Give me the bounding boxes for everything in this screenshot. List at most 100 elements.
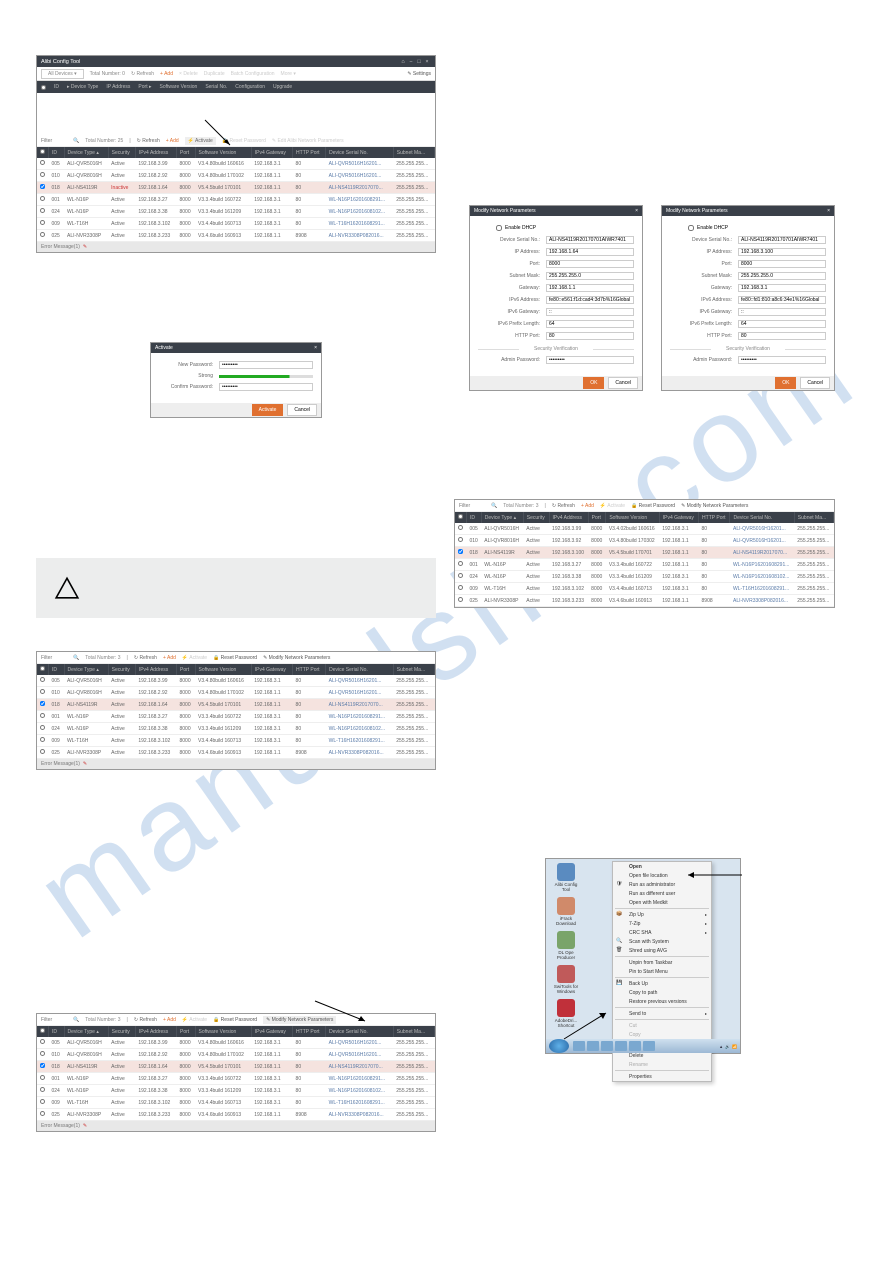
select-all-checkbox[interactable] [41,85,46,90]
row-checkbox[interactable] [40,184,45,189]
add-button[interactable]: + Add [166,138,179,144]
cancel-button[interactable]: Cancel [608,377,638,389]
port-input[interactable] [546,260,634,268]
table-row[interactable]: 024WL-N16PActive192.168.3.388000V3.3.4bu… [37,723,435,735]
row-checkbox[interactable] [40,208,45,213]
ipv6pl-input[interactable] [738,320,826,328]
select-all[interactable] [40,1028,45,1033]
row-checkbox[interactable] [40,196,45,201]
col-sw[interactable]: Software Version [195,664,251,675]
col-http[interactable]: HTTP Port [699,512,730,523]
port-input[interactable] [738,260,826,268]
desktop-icon-switools[interactable]: SwiTools for Windows [550,965,582,994]
table-row[interactable]: 005ALI-QVR5016HActive192.168.3.998000V3.… [37,675,435,687]
search-icon[interactable]: 🔍 [73,655,79,661]
menu-backup[interactable]: 💾Back Up [613,979,711,988]
col-serial[interactable]: Device Serial No. [326,147,394,158]
tab-upgrade[interactable]: Upgrade [273,84,292,90]
modify-network-button[interactable]: ✎ Modify Network Parameters [681,503,748,509]
taskbar-icon[interactable] [615,1041,627,1051]
menu-restore-prev[interactable]: Restore previous versions [613,997,711,1006]
tab-config[interactable]: Configuration [235,84,265,90]
col-dtype[interactable]: Device Type ▴ [64,1026,108,1037]
menu-zip[interactable]: 📦Zip Up [613,910,711,919]
col-port[interactable]: Port [176,664,195,675]
col-dtype[interactable]: Device Type ▴ [481,512,523,523]
ipv6-input[interactable] [738,296,826,304]
row-checkbox[interactable] [40,749,45,754]
menu-unpin-taskbar[interactable]: Unpin from Taskbar [613,958,711,967]
row-checkbox[interactable] [458,585,463,590]
refresh-button[interactable]: ↻ Refresh [134,655,157,661]
row-checkbox[interactable] [458,525,463,530]
row-checkbox[interactable] [40,737,45,742]
col-mask[interactable]: Subnet Ma... [794,512,833,523]
table-row[interactable]: 005ALI-QVR5016HActive192.168.3.998000V3.… [37,158,435,170]
mask-input[interactable] [546,272,634,280]
row-checkbox[interactable] [458,561,463,566]
row-checkbox[interactable] [458,537,463,542]
row-checkbox[interactable] [40,232,45,237]
add-button[interactable]: + Add [163,655,176,661]
col-sec[interactable]: Security [108,147,135,158]
table-row[interactable]: 001WL-N16PActive192.168.3.278000V3.3.4bu… [455,559,834,571]
menu-pin-start[interactable]: Pin to Start Menu [613,967,711,976]
system-tray[interactable]: ▲🔊📶 [719,1044,740,1049]
minimize-icon[interactable]: − [407,59,415,65]
maximize-icon[interactable]: □ [415,59,423,65]
col-dtype[interactable]: Device Type ▴ [64,147,108,158]
menu-copy[interactable]: Copy [613,1030,711,1039]
menu-7zip[interactable]: 7-Zip [613,919,711,928]
col-serial[interactable]: Device Serial No. [730,512,794,523]
col-mask[interactable]: Subnet Ma... [393,1026,434,1037]
row-checkbox[interactable] [458,549,463,554]
col-port[interactable]: Port [176,147,195,158]
col-serial[interactable]: Device Serial No. [326,664,394,675]
ip-input[interactable] [546,248,634,256]
close-icon[interactable]: × [635,208,638,214]
ipv6gw-input[interactable] [738,308,826,316]
table-row[interactable]: 024WL-N16PActive192.168.3.388000V3.3.4bu… [455,571,834,583]
close-icon[interactable]: × [827,208,830,214]
col-sw[interactable]: Software Version [606,512,659,523]
tab-device-type[interactable]: ▸ Device Type [67,84,98,90]
col-sec[interactable]: Security [523,512,549,523]
search-icon[interactable]: 🔍 [73,1017,79,1023]
new-password-input[interactable] [219,361,313,369]
col-gw[interactable]: IPv4 Gateway [251,664,292,675]
cancel-button[interactable]: Cancel [800,377,830,389]
desktop-icon-alibi[interactable]: Alibi Config Tool [550,863,582,892]
filter-input[interactable] [459,503,485,509]
row-checkbox[interactable] [40,1099,45,1104]
col-port[interactable]: Port [588,512,606,523]
table-row[interactable]: 001WL-N16PActive192.168.3.278000V3.3.4bu… [37,194,435,206]
row-checkbox[interactable] [40,1111,45,1116]
table-row[interactable]: 018ALI-NS4119RActive192.168.3.1008000V5.… [455,547,834,559]
table-row[interactable]: 010ALI-QVR8016HActive192.168.2.928000V3.… [37,687,435,699]
table-row[interactable]: 005ALI-QVR5016HActive192.168.3.998000V3.… [455,523,834,535]
admin-pwd-input[interactable] [546,356,634,364]
confirm-password-input[interactable] [219,383,313,391]
ipv6pl-input[interactable] [546,320,634,328]
table-row[interactable]: 009WL-T16HActive192.168.3.1028000V3.4.4b… [37,735,435,747]
batch-config-button[interactable]: Batch Configuration [231,71,275,77]
menu-sendto[interactable]: Send to [613,1009,711,1018]
tab-id[interactable]: ID [54,84,59,90]
row-checkbox[interactable] [40,725,45,730]
row-checkbox[interactable] [40,689,45,694]
menu-run-diff-user[interactable]: Run as different user [613,889,711,898]
desktop-icon-ifrack[interactable]: iFrack Download [550,897,582,926]
col-ip[interactable]: IPv4 Address [135,664,176,675]
reset-password-button[interactable]: 🔒 Reset Password [631,503,675,509]
ip-input[interactable] [738,248,826,256]
col-ip[interactable]: IPv4 Address [135,1026,176,1037]
menu-open-medkit[interactable]: Open with Medkit [613,898,711,907]
close-icon[interactable]: × [314,345,317,351]
table-row[interactable]: 001WL-N16PActive192.168.3.278000V3.3.4bu… [37,711,435,723]
error-bar[interactable]: Error Message(1)✎ [37,759,435,769]
filter-input[interactable] [41,655,67,661]
col-sw[interactable]: Software Version [195,1026,251,1037]
row-checkbox[interactable] [458,597,463,602]
tab-serial[interactable]: Serial No. [205,84,227,90]
activate-button[interactable]: ⚡ Activate [182,1017,207,1023]
